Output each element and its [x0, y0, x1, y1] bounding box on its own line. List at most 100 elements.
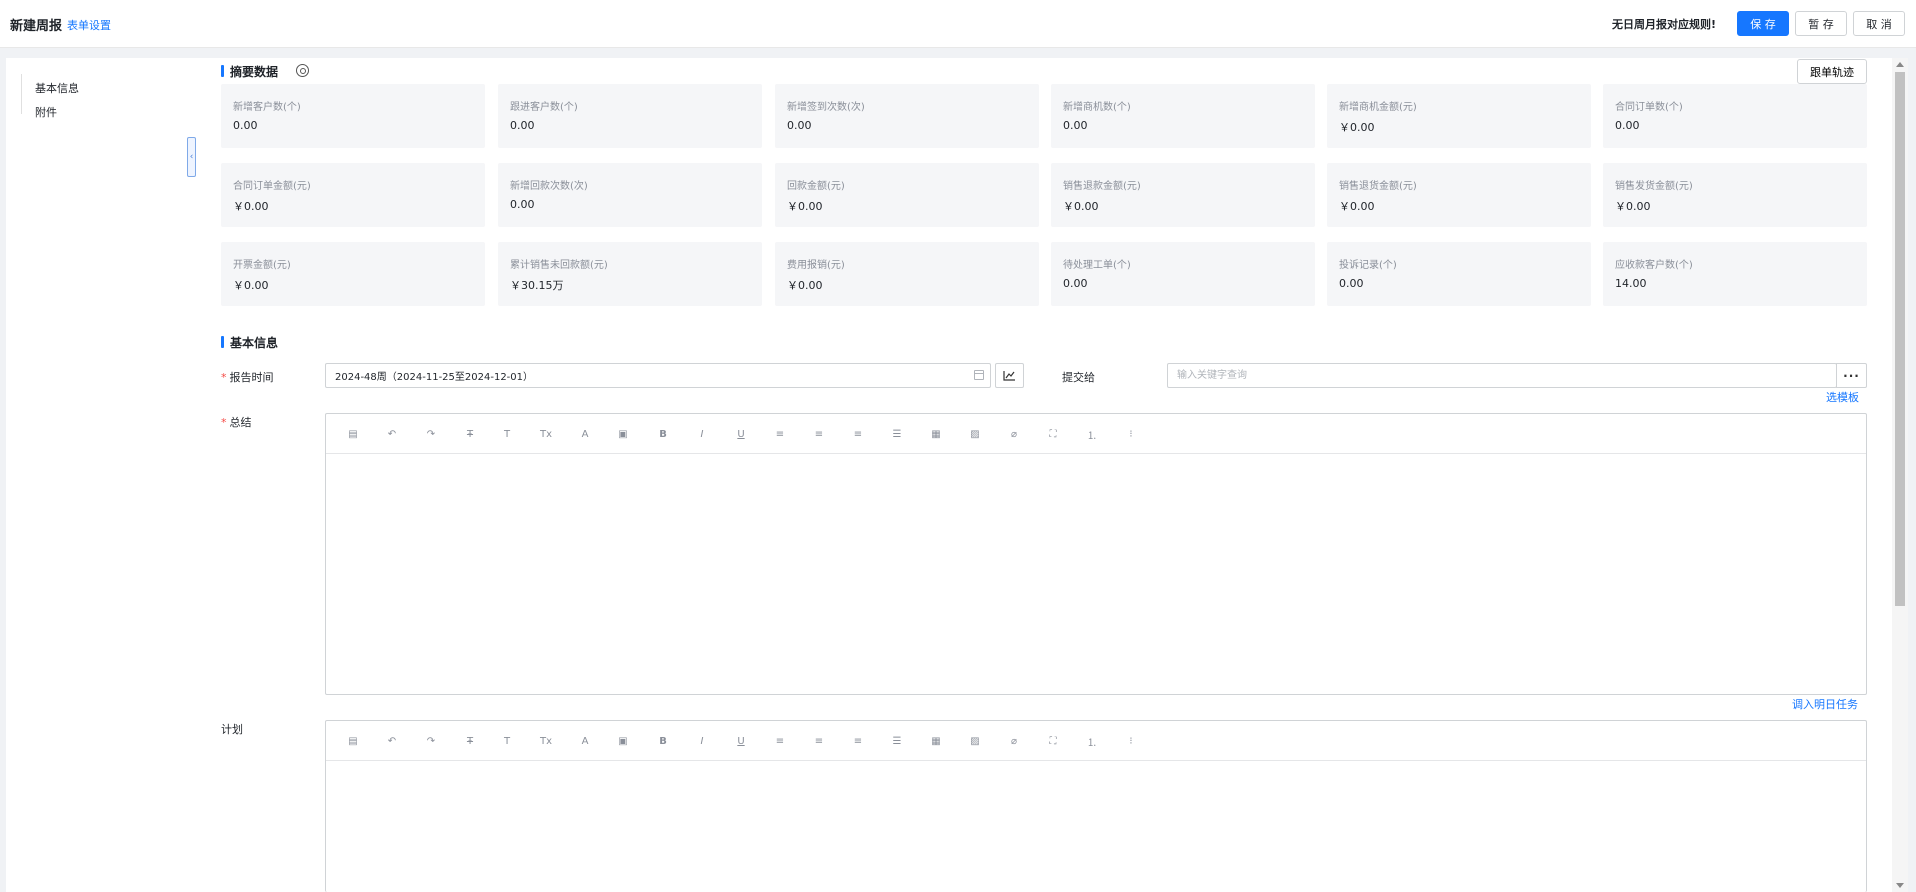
bullet-list-icon[interactable]: ⁝	[1124, 427, 1138, 441]
summary-card-label: 累计销售未回款额(元)	[510, 260, 608, 271]
background-color-icon[interactable]: ▣	[616, 734, 630, 748]
save-button[interactable]: 保 存	[1737, 11, 1789, 36]
scroll-down-icon[interactable]	[1896, 883, 1904, 888]
italic-icon[interactable]: I	[695, 734, 709, 748]
summary-card-label: 费用报销(元)	[787, 260, 845, 271]
font-size-icon[interactable]: T	[500, 734, 514, 748]
summary-card: 待处理工单(个) 0.00	[1051, 242, 1315, 306]
scrollbar-thumb[interactable]	[1895, 72, 1905, 606]
top-bar: 新建周报 表单设置 无日周月报对应规则! 保 存 暂 存 取 消	[0, 0, 1916, 48]
ordered-list-icon[interactable]: ⒈	[1085, 734, 1099, 749]
font-color-icon[interactable]: A	[578, 427, 592, 441]
summary-card: 跟进客户数(个) 0.00	[498, 84, 762, 148]
attachment-icon[interactable]: ⌀	[1007, 734, 1021, 748]
more-options-button[interactable]: ···	[1836, 363, 1867, 388]
summary-label: * 总结	[221, 414, 252, 430]
calendar-icon[interactable]	[974, 370, 984, 380]
scroll-up-icon[interactable]	[1896, 62, 1904, 67]
summary-card-value: ￥0.00	[233, 279, 269, 292]
editor-toolbar: ▤ ↶ ↷ Ŧ T Tx A ▣ B I U ≡ ≡ ≡ ☰ ▦ ▨ ⌀ ⛶ ⒈ ⁝	[326, 721, 1866, 761]
font-color-icon[interactable]: A	[578, 734, 592, 748]
form-settings-link[interactable]: 表单设置	[67, 17, 111, 33]
select-template-link[interactable]: 选模板	[1826, 389, 1859, 405]
cancel-button[interactable]: 取 消	[1853, 11, 1905, 36]
line-chart-icon	[1003, 371, 1015, 381]
sidebar-collapse-handle[interactable]: ‹	[187, 137, 196, 177]
table-icon[interactable]: ▦	[929, 734, 943, 748]
page-scrollbar[interactable]	[1892, 58, 1908, 892]
template-icon[interactable]: ▤	[346, 734, 360, 748]
image-icon[interactable]: ▨	[968, 427, 982, 441]
import-tomorrow-tasks-link[interactable]: 调入明日任务	[1792, 696, 1858, 712]
justify-icon[interactable]: ☰	[890, 734, 904, 748]
image-icon[interactable]: ▨	[968, 734, 982, 748]
summary-card-label: 跟进客户数(个)	[510, 102, 578, 113]
underline-icon[interactable]: U	[734, 734, 748, 748]
sidebar-item-basic-info[interactable]: 基本信息	[35, 80, 79, 96]
fullscreen-icon[interactable]: ⛶	[1046, 734, 1060, 748]
sidebar-nav-line	[21, 74, 22, 114]
align-right-icon[interactable]: ≡	[851, 734, 865, 748]
strikethrough-icon[interactable]: Ŧ	[463, 734, 477, 748]
summary-section-title: 摘要数据	[221, 63, 278, 80]
summary-card: 新增商机数(个) 0.00	[1051, 84, 1315, 148]
required-mark: *	[221, 416, 227, 429]
redo-icon[interactable]: ↷	[424, 427, 438, 441]
sidebar-item-attachment[interactable]: 附件	[35, 104, 57, 120]
summary-editor: ▤ ↶ ↷ Ŧ T Tx A ▣ B I U ≡ ≡ ≡ ☰ ▦ ▨ ⌀ ⛶ ⒈ ⁝	[325, 413, 1867, 695]
align-center-icon[interactable]: ≡	[812, 427, 826, 441]
bold-icon[interactable]: B	[656, 427, 670, 441]
align-right-icon[interactable]: ≡	[851, 427, 865, 441]
summary-card-label: 销售退货金额(元)	[1339, 181, 1417, 192]
undo-icon[interactable]: ↶	[385, 734, 399, 748]
template-icon[interactable]: ▤	[346, 427, 360, 441]
summary-editor-body[interactable]	[326, 455, 1866, 694]
align-center-icon[interactable]: ≡	[812, 734, 826, 748]
align-left-icon[interactable]: ≡	[773, 734, 787, 748]
summary-card-value: ￥0.00	[233, 200, 269, 213]
summary-card-value: 14.00	[1615, 277, 1647, 290]
clear-format-icon[interactable]: Tx	[539, 427, 553, 441]
submit-to-label: 提交给	[1062, 371, 1095, 384]
bullet-list-icon[interactable]: ⁝	[1124, 734, 1138, 748]
summary-card: 合同订单数(个) 0.00	[1603, 84, 1867, 148]
background-color-icon[interactable]: ▣	[616, 427, 630, 441]
no-rule-warning: 无日周月报对应规则!	[1611, 18, 1716, 31]
summary-card-value: 0.00	[1339, 277, 1364, 290]
summary-card: 回款金额(元) ￥0.00	[775, 163, 1039, 227]
clear-format-icon[interactable]: Tx	[539, 734, 553, 748]
summary-card-label: 合同订单金额(元)	[233, 181, 311, 192]
fullscreen-icon[interactable]: ⛶	[1046, 427, 1060, 441]
summary-card: 新增商机金额(元) ￥0.00	[1327, 84, 1591, 148]
table-icon[interactable]: ▦	[929, 427, 943, 441]
attachment-icon[interactable]: ⌀	[1007, 427, 1021, 441]
align-left-icon[interactable]: ≡	[773, 427, 787, 441]
report-time-input[interactable]: 2024-48周（2024-11-25至2024-12-01）	[325, 363, 991, 388]
summary-card-value: 0.00	[233, 119, 258, 132]
summary-card-label: 开票金额(元)	[233, 260, 291, 271]
gear-icon[interactable]	[296, 64, 309, 77]
summary-card: 销售退货金额(元) ￥0.00	[1327, 163, 1591, 227]
summary-card-label: 回款金额(元)	[787, 181, 845, 192]
draft-button[interactable]: 暂 存	[1795, 11, 1847, 36]
chart-button[interactable]	[995, 363, 1024, 388]
plan-editor-body[interactable]	[326, 762, 1866, 892]
bold-icon[interactable]: B	[656, 734, 670, 748]
summary-card: 应收款客户数(个) 14.00	[1603, 242, 1867, 306]
summary-card-value: 0.00	[1063, 277, 1088, 290]
font-size-icon[interactable]: T	[500, 427, 514, 441]
underline-icon[interactable]: U	[734, 427, 748, 441]
submit-to-input[interactable]	[1167, 363, 1837, 388]
ordered-list-icon[interactable]: ⒈	[1085, 427, 1099, 442]
strikethrough-icon[interactable]: Ŧ	[463, 427, 477, 441]
summary-card-label: 待处理工单(个)	[1063, 260, 1131, 271]
italic-icon[interactable]: I	[695, 427, 709, 441]
track-button[interactable]: 跟单轨迹	[1797, 59, 1867, 84]
justify-icon[interactable]: ☰	[890, 427, 904, 441]
page-title: 新建周报	[10, 19, 63, 34]
redo-icon[interactable]: ↷	[424, 734, 438, 748]
summary-card-label: 新增签到次数(次)	[787, 102, 865, 113]
ellipsis-icon: ···	[1843, 368, 1860, 383]
undo-icon[interactable]: ↶	[385, 427, 399, 441]
required-mark: *	[221, 371, 227, 384]
